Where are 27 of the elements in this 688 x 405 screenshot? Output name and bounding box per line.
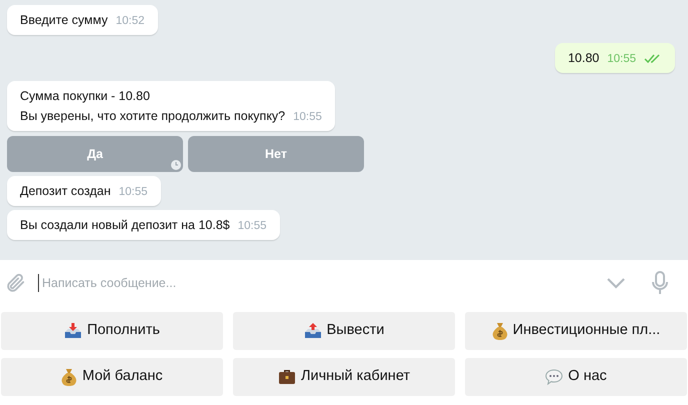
microphone-icon[interactable] <box>652 271 668 295</box>
keyboard-button[interactable]: Инвестиционные пл... <box>465 312 687 350</box>
message-time: 10:55 <box>238 219 267 234</box>
message-text: Сумма покупки - 10.80 <box>20 88 151 105</box>
message-time: 10:55 <box>607 52 636 67</box>
message-input[interactable]: Написать сообщение... <box>38 274 606 292</box>
message-time: 10:52 <box>116 14 145 29</box>
keyboard-button[interactable]: Вывести <box>233 312 455 350</box>
message-text: Вы уверены, что хотите продолжить покупку? <box>20 108 286 125</box>
keyboard-button[interactable]: О нас <box>465 358 687 396</box>
inbox-tray-icon <box>64 322 82 340</box>
speech-bubble-icon <box>545 369 564 385</box>
keyboard-button[interactable]: Пополнить <box>1 312 223 350</box>
message-text: 10.80 <box>568 50 600 67</box>
money-bag-icon <box>492 322 508 340</box>
money-bag-icon <box>61 368 78 386</box>
keyboard-button[interactable]: Личный кабинет <box>233 358 455 396</box>
keyboard-button[interactable]: Мой баланс <box>1 358 223 396</box>
paperclip-icon[interactable] <box>4 272 26 294</box>
briefcase-icon <box>278 369 296 385</box>
message-text: Введите сумму <box>20 12 108 29</box>
message-time: 10:55 <box>293 110 322 125</box>
message-text: Вы создали новый депозит на 10.8$ <box>20 217 230 234</box>
message-text: Депозит создан <box>20 183 111 200</box>
message-time: 10:55 <box>118 185 148 200</box>
chevron-down-icon[interactable] <box>606 277 626 289</box>
outbox-tray-icon <box>304 322 322 340</box>
